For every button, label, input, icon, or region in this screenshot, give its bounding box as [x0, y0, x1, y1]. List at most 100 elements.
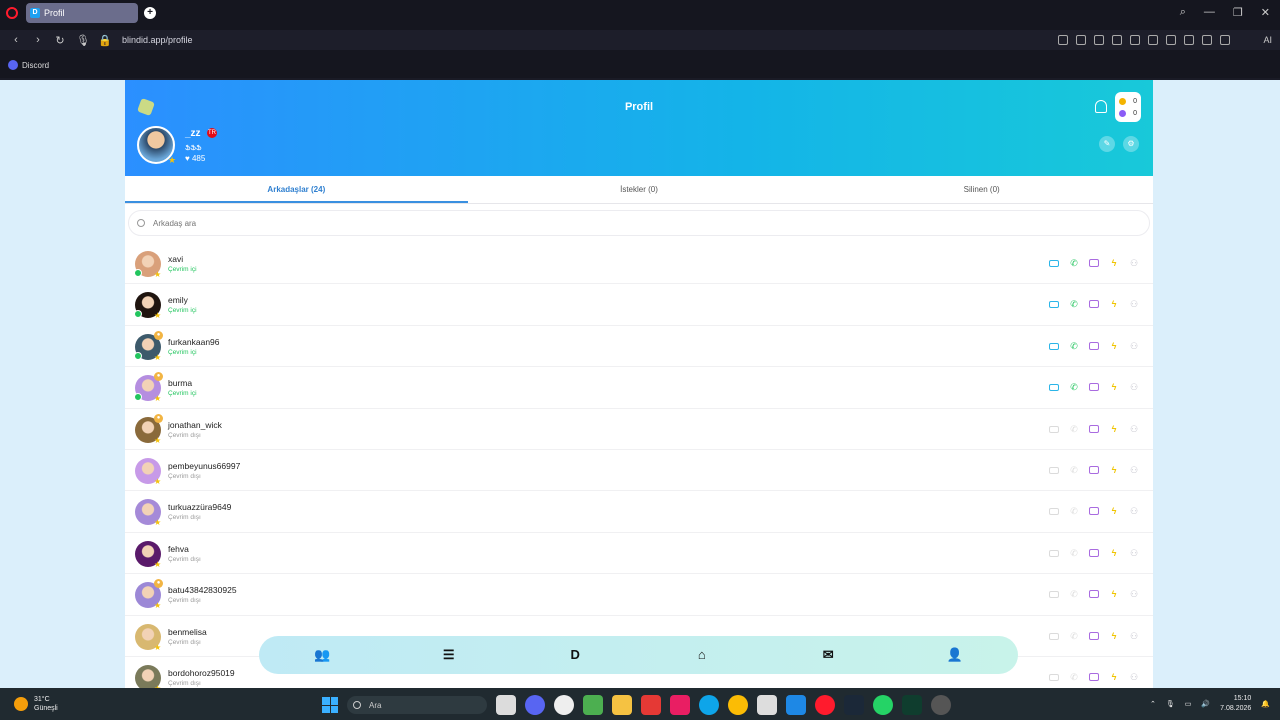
- nav-menu-icon[interactable]: ☰: [441, 648, 457, 662]
- close-icon[interactable]: ✕: [1261, 6, 1270, 19]
- video-call-icon[interactable]: [1049, 425, 1059, 433]
- lightning-icon[interactable]: ϟ: [1109, 672, 1119, 682]
- friend-row[interactable]: ★ fehva Çevrim dışı ✆ ϟ ⚇: [125, 533, 1153, 575]
- url-field[interactable]: blindid.app/profile: [122, 35, 193, 45]
- video-call-icon[interactable]: [1049, 632, 1059, 640]
- nav-home-icon[interactable]: ⌂: [694, 648, 710, 662]
- friend-row[interactable]: ● ★ jonathan_wick Çevrim dışı ✆ ϟ ⚇: [125, 409, 1153, 450]
- friend-name[interactable]: jonathan_wick: [168, 420, 222, 430]
- sun-icon[interactable]: [14, 697, 28, 711]
- phone-icon[interactable]: ✆: [1069, 548, 1079, 558]
- message-icon[interactable]: [1089, 383, 1099, 392]
- tab-requests[interactable]: İstekler (0): [468, 176, 811, 203]
- video-call-icon[interactable]: [1049, 673, 1059, 681]
- video-call-icon[interactable]: [1049, 301, 1059, 309]
- app-red-icon[interactable]: [670, 695, 690, 715]
- tray-network-icon[interactable]: ▭: [1185, 700, 1192, 708]
- nav-blindid-logo-icon[interactable]: D: [567, 648, 583, 662]
- bookmark-discord[interactable]: Discord: [22, 61, 49, 70]
- steam-icon[interactable]: [844, 695, 864, 715]
- edge-icon[interactable]: [699, 695, 719, 715]
- heart-icon[interactable]: [1166, 35, 1176, 45]
- browser-tab-profile[interactable]: D Profil: [26, 3, 138, 23]
- lightning-icon[interactable]: ϟ: [1109, 465, 1119, 475]
- friend-name[interactable]: benmelisa: [168, 627, 207, 637]
- edit-profile-button[interactable]: ✎: [1099, 136, 1115, 152]
- forward-icon[interactable]: ›: [32, 34, 44, 46]
- remove-friend-icon[interactable]: ⚇: [1129, 589, 1139, 599]
- nav-profile-icon[interactable]: 👤: [947, 648, 963, 662]
- file-explorer-icon[interactable]: [612, 695, 632, 715]
- remove-friend-icon[interactable]: ⚇: [1129, 548, 1139, 558]
- video-call-icon[interactable]: [1049, 466, 1059, 474]
- search-tabs-icon[interactable]: ⌕: [1180, 6, 1186, 19]
- lightning-icon[interactable]: ϟ: [1109, 631, 1119, 641]
- mic-icon[interactable]: 🎙: [76, 34, 90, 47]
- remove-friend-icon[interactable]: ⚇: [1129, 631, 1139, 641]
- video-call-icon[interactable]: [1049, 591, 1059, 599]
- history-icon[interactable]: [1130, 35, 1140, 45]
- remove-friend-icon[interactable]: ⚇: [1129, 465, 1139, 475]
- mail-icon[interactable]: [786, 695, 806, 715]
- remove-friend-icon[interactable]: ⚇: [1129, 424, 1139, 434]
- taskbar-search[interactable]: Ara: [347, 696, 487, 714]
- friend-name[interactable]: burma: [168, 378, 192, 388]
- coins-widget[interactable]: 0 0: [1115, 92, 1141, 122]
- friend-name[interactable]: furkankaan96: [168, 337, 220, 347]
- notification-bell-icon[interactable]: 🔔: [1261, 700, 1270, 708]
- message-icon[interactable]: [1089, 507, 1099, 516]
- task-view-icon[interactable]: [496, 695, 516, 715]
- remove-friend-icon[interactable]: ⚇: [1129, 258, 1139, 268]
- phone-icon[interactable]: ✆: [1069, 589, 1079, 599]
- app-icon[interactable]: [554, 695, 574, 715]
- message-icon[interactable]: [1089, 300, 1099, 309]
- video-call-icon[interactable]: [1049, 384, 1059, 392]
- video-call-icon[interactable]: [1049, 260, 1059, 267]
- lightning-icon[interactable]: ϟ: [1109, 548, 1119, 558]
- download-icon[interactable]: [1184, 35, 1194, 45]
- phone-icon[interactable]: ✆: [1069, 258, 1079, 268]
- restore-icon[interactable]: ❐: [1233, 6, 1243, 19]
- lightning-icon[interactable]: ϟ: [1109, 589, 1119, 599]
- new-tab-button[interactable]: +: [144, 7, 156, 19]
- opera-logo-icon[interactable]: [6, 7, 18, 19]
- phone-icon[interactable]: ✆: [1069, 341, 1079, 351]
- phone-icon[interactable]: ✆: [1069, 631, 1079, 641]
- message-icon[interactable]: [1089, 548, 1099, 557]
- minimize-icon[interactable]: —: [1204, 6, 1215, 19]
- message-icon[interactable]: [1089, 341, 1099, 350]
- phone-icon[interactable]: ✆: [1069, 424, 1079, 434]
- menu-icon[interactable]: [1202, 35, 1212, 45]
- message-icon[interactable]: [1089, 590, 1099, 599]
- friend-name[interactable]: xavi: [168, 254, 183, 264]
- tray-chevron-icon[interactable]: ⌃: [1150, 700, 1156, 708]
- remove-friend-icon[interactable]: ⚇: [1129, 299, 1139, 309]
- friend-name[interactable]: fehva: [168, 544, 189, 554]
- minecraft-icon[interactable]: [583, 695, 603, 715]
- phone-icon[interactable]: ✆: [1069, 506, 1079, 516]
- lightning-icon[interactable]: ϟ: [1109, 506, 1119, 516]
- back-icon[interactable]: ‹: [10, 34, 22, 46]
- bell-icon[interactable]: [1095, 100, 1107, 113]
- friend-row[interactable]: ● ★ batu43842830925 Çevrim dışı ✆ ϟ ⚇: [125, 574, 1153, 616]
- ai-button[interactable]: AI: [1263, 35, 1272, 45]
- camera-icon[interactable]: [1094, 35, 1104, 45]
- friend-row[interactable]: ● ★ furkankaan96 Çevrim içi ✆ ϟ ⚇: [125, 326, 1153, 368]
- settings-gear-button[interactable]: ⚙: [1123, 136, 1139, 152]
- friend-row[interactable]: ★ turkuazzüra9649 Çevrim dışı ✆ ϟ ⚇: [125, 491, 1153, 533]
- friend-search-input[interactable]: [153, 218, 1053, 228]
- tab-deleted[interactable]: Silinen (0): [810, 176, 1153, 203]
- friend-name[interactable]: turkuazzüra9649: [168, 502, 231, 512]
- message-icon[interactable]: [1089, 631, 1099, 640]
- phone-icon[interactable]: ✆: [1069, 382, 1079, 392]
- play-icon[interactable]: [1148, 35, 1158, 45]
- weather-widget[interactable]: 31°C Güneşli: [34, 695, 58, 713]
- phone-icon[interactable]: ✆: [1069, 672, 1079, 682]
- profile-icon[interactable]: [1220, 35, 1230, 45]
- video-call-icon[interactable]: [1049, 342, 1059, 350]
- message-icon[interactable]: [1089, 424, 1099, 433]
- lightning-icon[interactable]: ϟ: [1109, 258, 1119, 268]
- friend-name[interactable]: batu43842830925: [168, 585, 237, 595]
- store-icon[interactable]: [757, 695, 777, 715]
- phone-icon[interactable]: ✆: [1069, 299, 1079, 309]
